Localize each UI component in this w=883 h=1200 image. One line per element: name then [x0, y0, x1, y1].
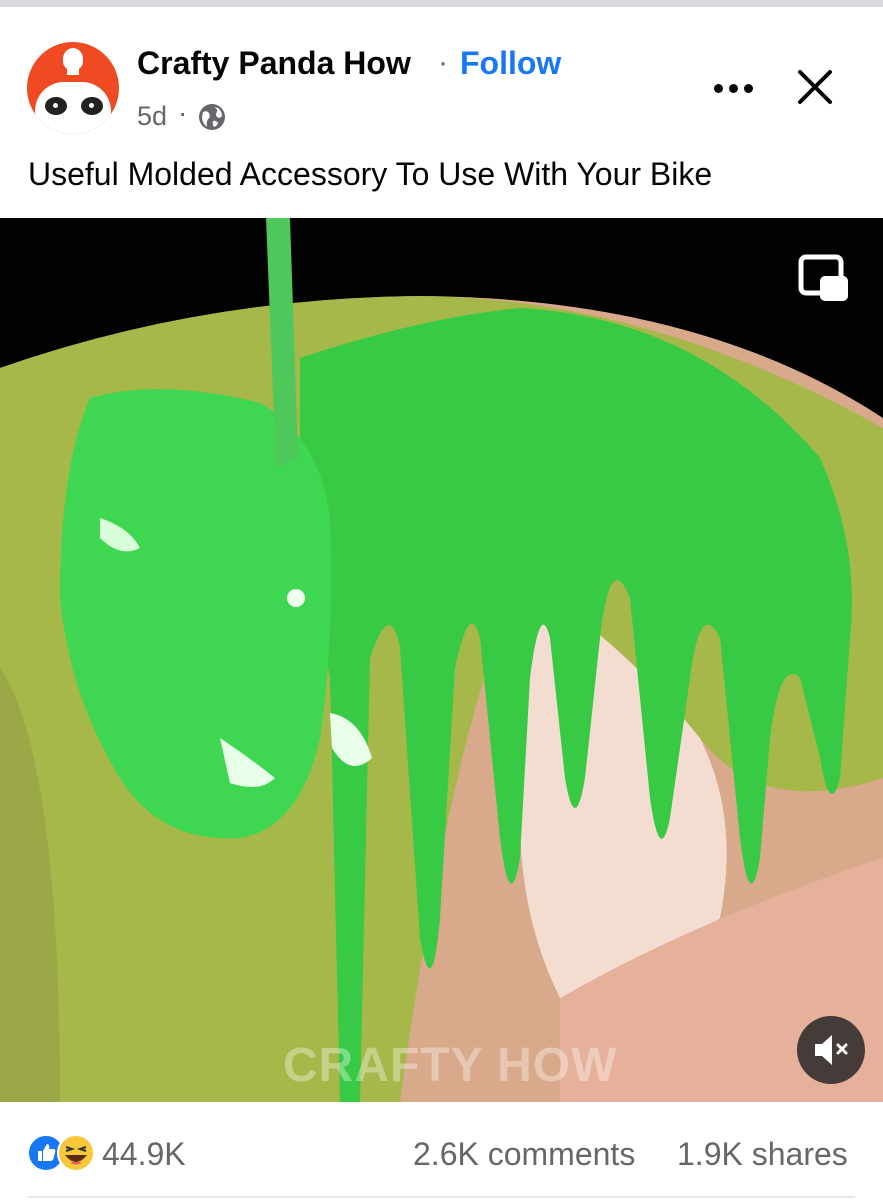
footer-divider [28, 1196, 855, 1198]
more-options-icon[interactable] [712, 68, 756, 108]
picture-in-picture-icon[interactable] [798, 254, 850, 304]
time-separator: · [178, 97, 188, 128]
author-name[interactable]: Crafty Panda How [137, 45, 411, 82]
reaction-icons[interactable] [26, 1133, 104, 1173]
page-avatar[interactable] [27, 42, 119, 134]
reaction-count[interactable]: 44.9K [102, 1136, 186, 1173]
top-divider [0, 0, 883, 7]
mute-toggle-button[interactable] [797, 1016, 865, 1084]
post-time[interactable]: 5d [137, 101, 167, 132]
haha-icon [57, 1134, 95, 1172]
lightbulb-icon [63, 48, 83, 70]
post-caption: Useful Molded Accessory To Use With Your… [28, 156, 713, 192]
close-icon[interactable] [795, 67, 835, 107]
video-player[interactable]: CRAFTY HOW [0, 218, 883, 1102]
video-frame [0, 218, 883, 1102]
video-watermark: CRAFTY HOW [283, 1039, 618, 1092]
follow-button[interactable]: Follow [460, 45, 561, 82]
comments-count[interactable]: 2.6K comments [413, 1136, 635, 1173]
speaker-muted-icon [815, 1035, 848, 1065]
shares-count[interactable]: 1.9K shares [677, 1136, 848, 1173]
separator-dot: · [438, 46, 448, 79]
globe-icon [199, 104, 225, 130]
